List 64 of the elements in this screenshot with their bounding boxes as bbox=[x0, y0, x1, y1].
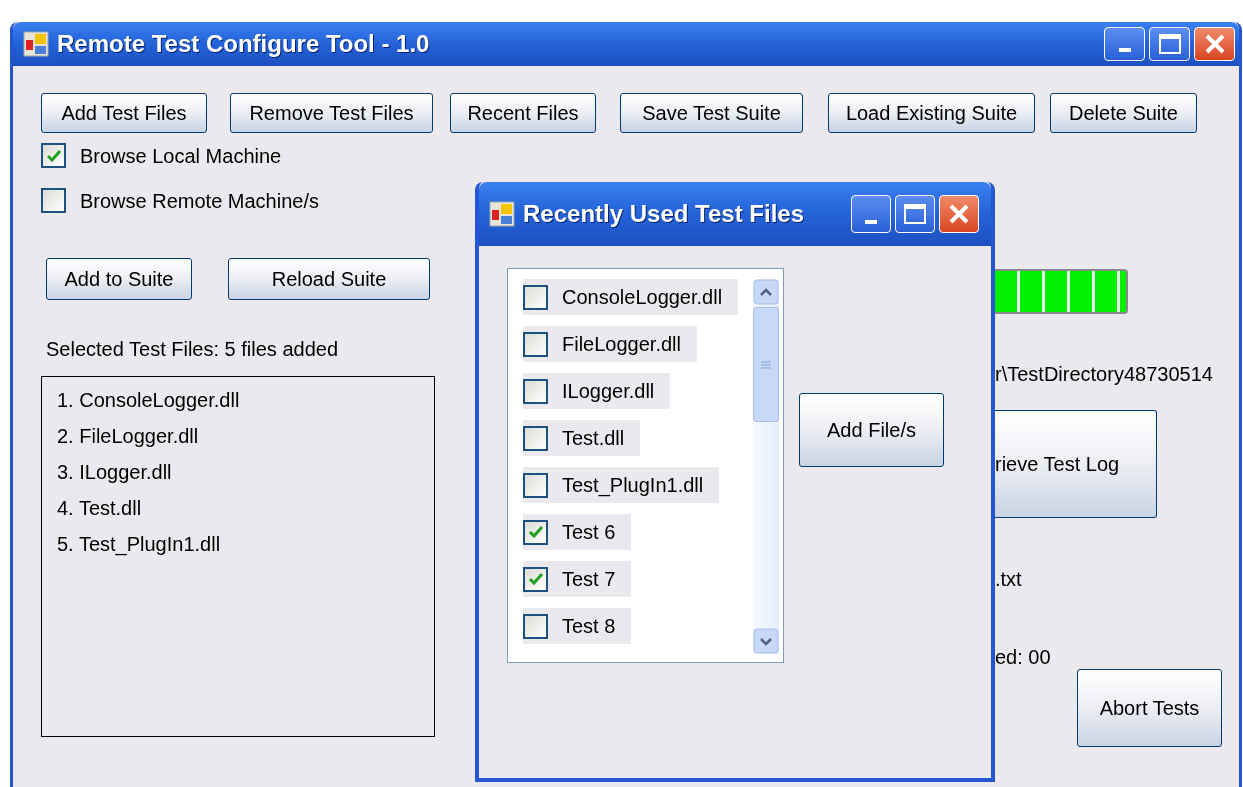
maximize-icon bbox=[1158, 34, 1181, 54]
checkmark-icon bbox=[527, 525, 544, 539]
add-files-button[interactable]: Add File/s bbox=[799, 393, 944, 467]
scroll-up-icon[interactable] bbox=[753, 279, 779, 305]
minimize-button[interactable] bbox=[851, 195, 891, 233]
toolbar-button[interactable]: Save Test Suite bbox=[620, 93, 803, 133]
dialog-title: Recently Used Test Files bbox=[523, 199, 805, 229]
list-item[interactable]: Test 6 bbox=[523, 514, 632, 550]
checkmark-icon bbox=[45, 148, 62, 163]
close-icon bbox=[948, 203, 970, 225]
abort-button[interactable]: Abort Tests bbox=[1077, 669, 1222, 747]
list-item[interactable]: Test.dll bbox=[523, 420, 641, 456]
scroll-thumb[interactable] bbox=[753, 307, 779, 422]
checkbox[interactable] bbox=[41, 143, 66, 168]
list-item[interactable]: 2. FileLogger.dll bbox=[57, 423, 434, 449]
toolbar-button[interactable]: Remove Test Files bbox=[230, 93, 433, 133]
scrollbar[interactable] bbox=[753, 279, 779, 654]
checkbox-label: Browse Local Machine bbox=[80, 143, 282, 169]
toolbar-button[interactable]: Load Existing Suite bbox=[828, 93, 1035, 133]
list-item[interactable]: 1. ConsoleLogger.dll bbox=[57, 387, 434, 413]
checkbox[interactable] bbox=[523, 331, 548, 357]
selected-files-label: Selected Test Files: 5 files added bbox=[46, 337, 340, 362]
minimize-icon bbox=[1118, 48, 1131, 52]
list-item[interactable]: Test 8 bbox=[523, 608, 632, 644]
checkbox[interactable] bbox=[523, 425, 548, 451]
window-title: Remote Test Configure Tool - 1.0 bbox=[57, 29, 431, 59]
grip-icon bbox=[761, 360, 771, 369]
list-item[interactable]: Test 7 bbox=[523, 561, 632, 597]
counter-text: ed: 00 bbox=[995, 645, 1051, 669]
close-icon bbox=[1203, 33, 1226, 55]
checkbox[interactable] bbox=[523, 519, 548, 545]
toolbar-button[interactable]: Add Test Files bbox=[41, 93, 207, 133]
checkbox[interactable] bbox=[523, 613, 548, 639]
suite-button[interactable]: Reload Suite bbox=[228, 258, 430, 300]
minimize-button[interactable] bbox=[1104, 27, 1145, 61]
checkbox[interactable] bbox=[523, 284, 548, 310]
app-icon bbox=[489, 201, 515, 227]
checkmark-icon bbox=[527, 572, 544, 586]
retrieve-log-button[interactable]: rieve Test Log bbox=[995, 410, 1157, 518]
checkbox[interactable] bbox=[523, 378, 548, 404]
checkbox-label: Browse Remote Machine/s bbox=[80, 188, 319, 214]
close-button[interactable] bbox=[1194, 27, 1235, 61]
checkbox[interactable] bbox=[523, 566, 548, 592]
list-item[interactable]: 4. Test.dll bbox=[57, 495, 434, 521]
minimize-icon bbox=[865, 220, 877, 224]
maximize-button[interactable] bbox=[895, 195, 935, 233]
toolbar-button[interactable]: Recent Files bbox=[450, 93, 596, 133]
maximize-button[interactable] bbox=[1149, 27, 1190, 61]
list-item[interactable]: ConsoleLogger.dll bbox=[523, 279, 739, 315]
list-item[interactable]: ILogger.dll bbox=[523, 373, 671, 409]
maximize-icon bbox=[904, 204, 926, 224]
checkbox[interactable] bbox=[41, 188, 66, 213]
directory-path: r\TestDirectory48730514 bbox=[995, 362, 1213, 386]
toolbar-button[interactable]: Delete Suite bbox=[1050, 93, 1197, 133]
suite-button[interactable]: Add to Suite bbox=[46, 258, 192, 300]
list-item[interactable]: 3. ILogger.dll bbox=[57, 459, 434, 485]
checkbox[interactable] bbox=[523, 472, 548, 498]
log-file-name: .txt bbox=[995, 567, 1022, 591]
list-item[interactable]: FileLogger.dll bbox=[523, 326, 697, 362]
app-icon bbox=[23, 31, 49, 57]
list-item[interactable]: Test_PlugIn1.dll bbox=[523, 467, 720, 503]
close-button[interactable] bbox=[939, 195, 979, 233]
list-item[interactable]: 5. Test_PlugIn1.dll bbox=[57, 531, 434, 557]
scroll-down-icon[interactable] bbox=[753, 628, 779, 654]
